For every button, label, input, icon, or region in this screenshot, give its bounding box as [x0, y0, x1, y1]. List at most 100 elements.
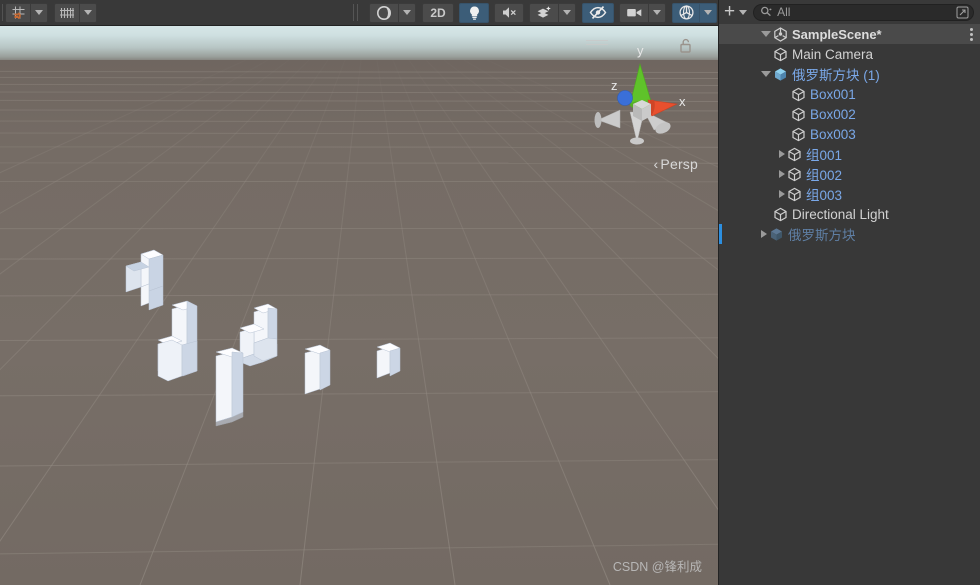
- fx-caret[interactable]: [559, 2, 576, 23]
- hierarchy-item-9[interactable]: Directional Light: [719, 204, 980, 224]
- gizmo-globe-icon: [678, 5, 694, 20]
- scene-audio-toggle[interactable]: [494, 2, 524, 23]
- z-axis-label: z: [611, 78, 618, 93]
- tetromino-i-block: [215, 347, 244, 427]
- kebab-menu-icon[interactable]: [970, 28, 973, 43]
- chevron-down-icon[interactable]: [739, 9, 748, 15]
- grid-lines-icon: [60, 7, 74, 18]
- hierarchy-item-label: Box001: [810, 86, 856, 102]
- hierarchy-search-field[interactable]: All: [753, 3, 974, 21]
- hierarchy-item-8[interactable]: 组003: [719, 184, 980, 204]
- gizmos-caret[interactable]: [700, 2, 717, 23]
- camera-caret[interactable]: [649, 2, 666, 23]
- hierarchy-item-5[interactable]: Box003: [719, 124, 980, 144]
- grid-magnet-icon: [12, 6, 24, 19]
- gameobject-cube-icon: [786, 186, 802, 202]
- hierarchy-item-label: 俄罗斯方块: [788, 228, 856, 243]
- scene-expand-triangle[interactable]: [761, 31, 771, 37]
- unity-scene-icon: [772, 26, 788, 42]
- hidden-objects-toggle[interactable]: [582, 2, 614, 23]
- watermark: CSDN @锋利成: [612, 560, 702, 574]
- hierarchy-item-3[interactable]: Box001: [719, 84, 980, 104]
- draw-mode-dropdown[interactable]: [369, 2, 399, 23]
- hierarchy-item-4[interactable]: Box002: [719, 104, 980, 124]
- axis-gizmo[interactable]: y x z: [578, 42, 698, 157]
- projection-label-text: Persp: [660, 156, 698, 172]
- gameobject-cube-icon: [786, 146, 802, 162]
- tetromino-s-block: [125, 249, 164, 311]
- grid-snap-toggle[interactable]: [5, 2, 31, 23]
- expand-triangle[interactable]: [779, 170, 785, 178]
- hierarchy-tree: Main Camera 俄罗斯方块 (1) Box001 Box002 Box003 组0…: [719, 44, 980, 244]
- hierarchy-item-7[interactable]: 组002: [719, 164, 980, 184]
- expand-icon[interactable]: [956, 6, 969, 19]
- prefab-box-icon: [768, 226, 784, 242]
- chevron-down-icon: [653, 10, 661, 15]
- gameobject-cube-icon: [790, 126, 806, 142]
- draw-mode-caret[interactable]: [399, 2, 416, 23]
- gameobject-cube-icon: [790, 106, 806, 122]
- hierarchy-item-label: Directional Light: [792, 206, 889, 222]
- search-icon[interactable]: [760, 6, 772, 18]
- tetromino-i-block-2: [304, 344, 331, 395]
- camera-group: [619, 2, 667, 23]
- draw-mode-group: [369, 2, 417, 23]
- tetromino-o-block: [376, 342, 401, 379]
- z-axis-handle: [617, 90, 633, 106]
- hierarchy-item-1[interactable]: Main Camera: [719, 44, 980, 64]
- chevron-down-icon: [403, 10, 411, 15]
- create-gameobject-button[interactable]: +: [724, 1, 748, 22]
- scene-toolbar: 2D: [0, 0, 720, 26]
- hierarchy-item-label: Box003: [810, 126, 856, 142]
- toggle-2d-button[interactable]: 2D: [422, 2, 454, 23]
- tetromino-l-block: [239, 303, 278, 367]
- hierarchy-item-label: 俄罗斯方块 (1): [792, 68, 880, 83]
- projection-mode-label[interactable]: ‹ Persp: [592, 156, 698, 172]
- expand-triangle[interactable]: [761, 71, 771, 77]
- fx-group: [529, 2, 577, 23]
- toolbar-divider-double: [353, 4, 361, 21]
- x-axis-label: x: [679, 94, 686, 109]
- fx-dropdown[interactable]: [529, 2, 559, 23]
- search-input[interactable]: All: [777, 5, 956, 19]
- gameobject-cube-icon: [786, 166, 802, 182]
- hierarchy-item-6[interactable]: 组001: [719, 144, 980, 164]
- effects-layers-icon: [537, 5, 551, 18]
- lightbulb-icon: [469, 5, 479, 20]
- plus-icon: +: [724, 1, 736, 22]
- gameobject-cube-icon: [772, 206, 788, 222]
- gameobject-cube-icon: [790, 86, 806, 102]
- expand-triangle[interactable]: [779, 190, 785, 198]
- selection-indicator: [719, 224, 722, 244]
- chevron-down-icon: [563, 10, 571, 15]
- grid-snap-dropdown[interactable]: [31, 2, 48, 23]
- camera-settings-dropdown[interactable]: [619, 2, 649, 23]
- gizmos-toggle[interactable]: [672, 2, 700, 23]
- hierarchy-item-label: Main Camera: [792, 46, 874, 62]
- scene-orientation-gizmo-overlay[interactable]: y x z ‹ Persp: [578, 38, 698, 183]
- grid-visibility-dropdown[interactable]: [80, 2, 97, 23]
- hierarchy-panel: + All SampleScene* Main Camera 俄罗斯方块 (1)…: [718, 0, 980, 585]
- hierarchy-scene-row[interactable]: SampleScene*: [719, 24, 980, 44]
- grid-visibility-toggle[interactable]: [54, 2, 80, 23]
- scene-view[interactable]: y x z ‹ Persp CSDN @锋利成: [0, 26, 718, 585]
- grid-visibility-group: [54, 2, 98, 23]
- tetromino-j-block: [157, 300, 198, 382]
- speaker-muted-icon: [503, 7, 516, 18]
- video-camera-icon: [626, 9, 641, 17]
- shaded-sphere-icon: [377, 5, 391, 20]
- hierarchy-item-2[interactable]: 俄罗斯方块 (1): [719, 64, 980, 84]
- eye-slashed-icon: [589, 6, 607, 19]
- gameobject-cube-icon: [772, 46, 788, 62]
- chevron-down-icon: [704, 10, 712, 15]
- y-axis-label: y: [637, 43, 644, 58]
- grid-snap-group: [5, 2, 49, 23]
- expand-triangle[interactable]: [761, 230, 767, 238]
- unity-editor-window: 2D y x z ‹ Persp CSDN @锋利成 + All SampleS…: [0, 0, 980, 585]
- expand-triangle[interactable]: [779, 150, 785, 158]
- scene-lighting-toggle[interactable]: [459, 2, 489, 23]
- hierarchy-item-10[interactable]: 俄罗斯方块: [719, 224, 980, 244]
- hierarchy-item-label: 组002: [806, 168, 843, 183]
- projection-toggle-arrow[interactable]: ‹: [654, 156, 659, 172]
- chevron-down-icon: [35, 10, 43, 15]
